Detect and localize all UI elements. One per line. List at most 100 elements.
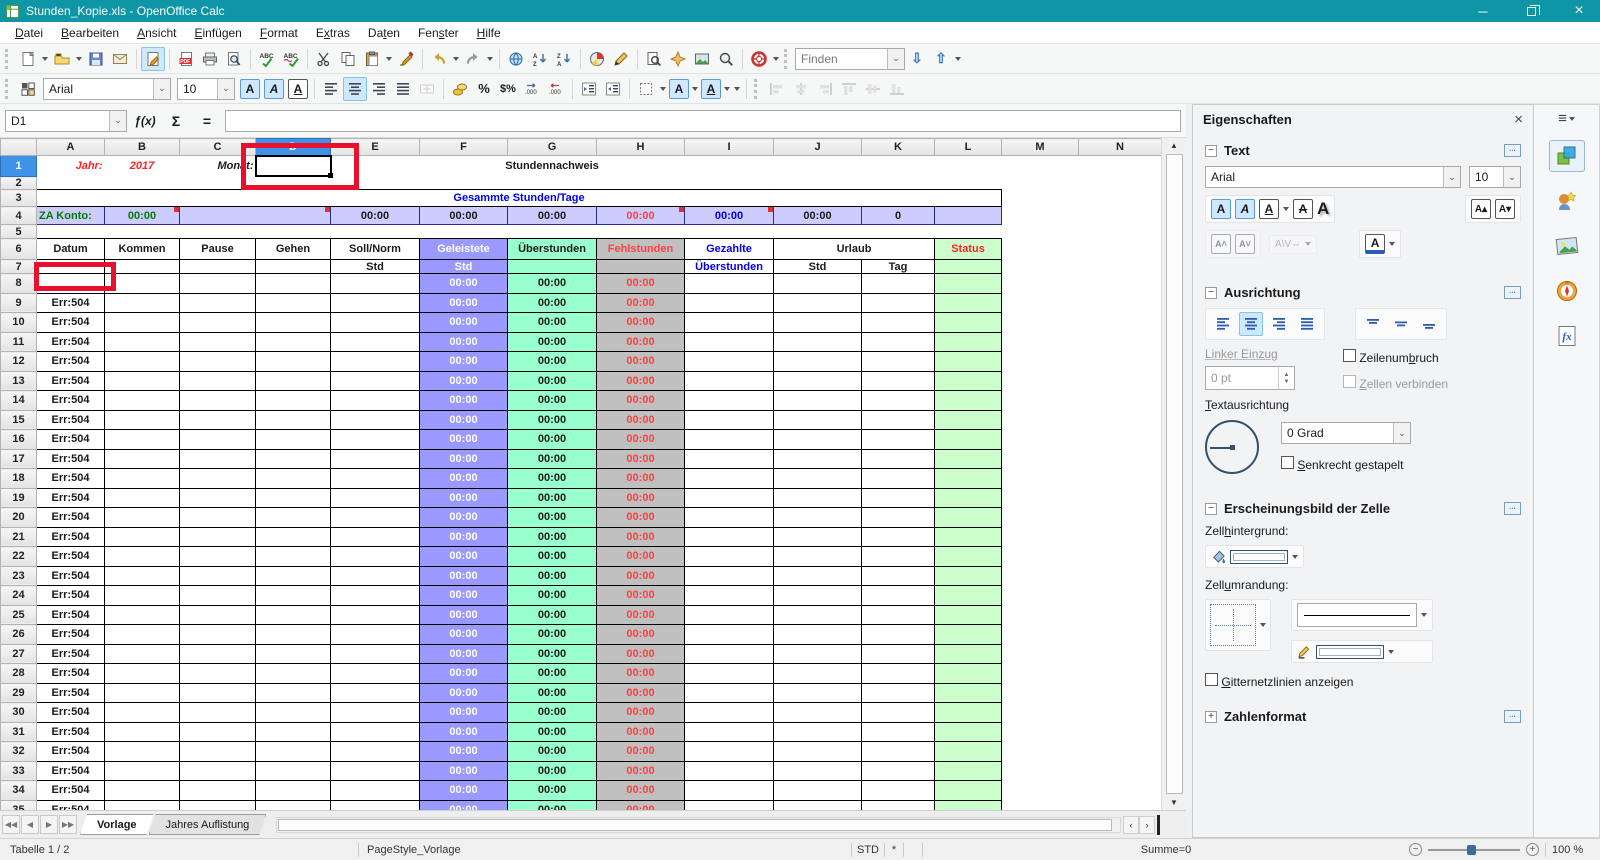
- cell-border-button[interactable]: [1205, 599, 1271, 651]
- cell-appearance-dialog-launcher-icon[interactable]: ···: [1504, 502, 1521, 515]
- cell-G35[interactable]: 00:00: [508, 800, 597, 810]
- cell-G16[interactable]: 00:00: [508, 430, 597, 450]
- cell-F8[interactable]: 00:00: [420, 274, 508, 294]
- cell-L15[interactable]: [935, 410, 1002, 430]
- cell-D30[interactable]: [256, 703, 331, 723]
- cell-K30[interactable]: [862, 703, 935, 723]
- row-header-13[interactable]: 13: [1, 371, 37, 391]
- cell-J14[interactable]: [774, 391, 862, 411]
- cell-H7[interactable]: [597, 260, 685, 274]
- cell-A16[interactable]: Err:504: [37, 430, 105, 450]
- currency-format-button[interactable]: [448, 77, 472, 101]
- row-header-24[interactable]: 24: [1, 586, 37, 606]
- cell-A28[interactable]: Err:504: [37, 664, 105, 684]
- row-header-23[interactable]: 23: [1, 566, 37, 586]
- cell-D15[interactable]: [256, 410, 331, 430]
- cell-B8[interactable]: [105, 274, 180, 294]
- sidebar-tab-styles[interactable]: [1549, 185, 1585, 217]
- cell-A18[interactable]: Err:504: [37, 469, 105, 489]
- cell-M19[interactable]: [1002, 488, 1079, 508]
- cell-F11[interactable]: 00:00: [420, 332, 508, 352]
- navigator-button[interactable]: [666, 47, 690, 71]
- cell-J17[interactable]: [774, 449, 862, 469]
- cell-H19[interactable]: 00:00: [597, 488, 685, 508]
- cell-J35[interactable]: [774, 800, 862, 810]
- find-toolbar-grip[interactable]: [784, 49, 791, 69]
- cell-D34[interactable]: [256, 781, 331, 801]
- cell-A20[interactable]: Err:504: [37, 508, 105, 528]
- cell-C18[interactable]: [180, 469, 256, 489]
- subscript-button[interactable]: A˅: [1235, 234, 1255, 254]
- cell-C13[interactable]: [180, 371, 256, 391]
- cell-K10[interactable]: [862, 313, 935, 333]
- cell-B34[interactable]: [105, 781, 180, 801]
- sidebar-toggle-icon[interactable]: [16, 77, 40, 101]
- cell-D10[interactable]: [256, 313, 331, 333]
- cell-M9[interactable]: [1002, 293, 1079, 313]
- character-spacing-icon[interactable]: A\V⇔: [1275, 239, 1301, 250]
- cell-A35[interactable]: Err:504: [37, 800, 105, 810]
- cell-B10[interactable]: [105, 313, 180, 333]
- row-header-34[interactable]: 34: [1, 781, 37, 801]
- cell-H29[interactable]: 00:00: [597, 683, 685, 703]
- cell-D29[interactable]: [256, 683, 331, 703]
- cell-N9[interactable]: [1079, 293, 1162, 313]
- cell-G22[interactable]: 00:00: [508, 547, 597, 567]
- name-box-dropdown[interactable]: ⌄: [109, 111, 126, 131]
- cell-K17[interactable]: [862, 449, 935, 469]
- redo-button[interactable]: [461, 47, 485, 71]
- sheet-tab-jahres-auflistung[interactable]: Jahres Auflistung: [149, 814, 267, 835]
- degrees-combo[interactable]: 0 Grad ⌄: [1281, 422, 1411, 444]
- cell-K12[interactable]: [862, 352, 935, 372]
- cell-J20[interactable]: [774, 508, 862, 528]
- zoom-slider-thumb[interactable]: [1467, 845, 1476, 855]
- page-style[interactable]: PageStyle_Vorlage: [359, 844, 851, 856]
- font-color-dropdown[interactable]: [690, 77, 700, 101]
- copy-button[interactable]: [336, 47, 360, 71]
- cell-D6[interactable]: Gehen: [256, 239, 331, 260]
- cell-G20[interactable]: 00:00: [508, 508, 597, 528]
- cell-E29[interactable]: [331, 683, 420, 703]
- object-align-middle-button[interactable]: [861, 77, 885, 101]
- number-format-dialog-launcher-icon[interactable]: ···: [1504, 710, 1521, 723]
- cell-H28[interactable]: 00:00: [597, 664, 685, 684]
- cell-H14[interactable]: 00:00: [597, 391, 685, 411]
- cell-B4[interactable]: 00:00: [105, 207, 180, 225]
- cell-N4[interactable]: [1079, 207, 1162, 225]
- column-header-N[interactable]: N: [1079, 139, 1162, 156]
- cell-J16[interactable]: [774, 430, 862, 450]
- cell-A4[interactable]: ZA Konto:: [37, 207, 105, 225]
- cell-A1[interactable]: Jahr:: [37, 156, 105, 177]
- cell-J26[interactable]: [774, 625, 862, 645]
- cell-A11[interactable]: Err:504: [37, 332, 105, 352]
- cell-K1[interactable]: [862, 156, 935, 177]
- cell-G11[interactable]: 00:00: [508, 332, 597, 352]
- cell-E34[interactable]: [331, 781, 420, 801]
- cell-K15[interactable]: [862, 410, 935, 430]
- cell-I14[interactable]: [685, 391, 774, 411]
- cell-H16[interactable]: 00:00: [597, 430, 685, 450]
- cell-E21[interactable]: [331, 527, 420, 547]
- column-header-I[interactable]: I: [685, 139, 774, 156]
- cell-I12[interactable]: [685, 352, 774, 372]
- stacked-checkbox[interactable]: [1281, 456, 1294, 469]
- row-header-18[interactable]: 18: [1, 469, 37, 489]
- cell-I20[interactable]: [685, 508, 774, 528]
- percent-format-button[interactable]: %: [472, 77, 496, 101]
- split-handle[interactable]: [1157, 815, 1160, 835]
- save-button[interactable]: [84, 47, 108, 71]
- cell-E13[interactable]: [331, 371, 420, 391]
- cell-D9[interactable]: [256, 293, 331, 313]
- cell-I9[interactable]: [685, 293, 774, 313]
- sidebar-tab-navigator[interactable]: N: [1549, 275, 1585, 307]
- row-header-28[interactable]: 28: [1, 664, 37, 684]
- column-header-C[interactable]: C: [180, 139, 256, 156]
- name-box[interactable]: D1 ⌄: [5, 110, 127, 132]
- column-header-E[interactable]: E: [331, 139, 420, 156]
- function-wizard-icon[interactable]: ƒ(x): [132, 114, 158, 128]
- cell-J29[interactable]: [774, 683, 862, 703]
- cell-C12[interactable]: [180, 352, 256, 372]
- cell-A22[interactable]: Err:504: [37, 547, 105, 567]
- cell-E7[interactable]: Std: [331, 260, 420, 274]
- sidebar-font-size-combo[interactable]: 10 ⌄: [1469, 166, 1521, 188]
